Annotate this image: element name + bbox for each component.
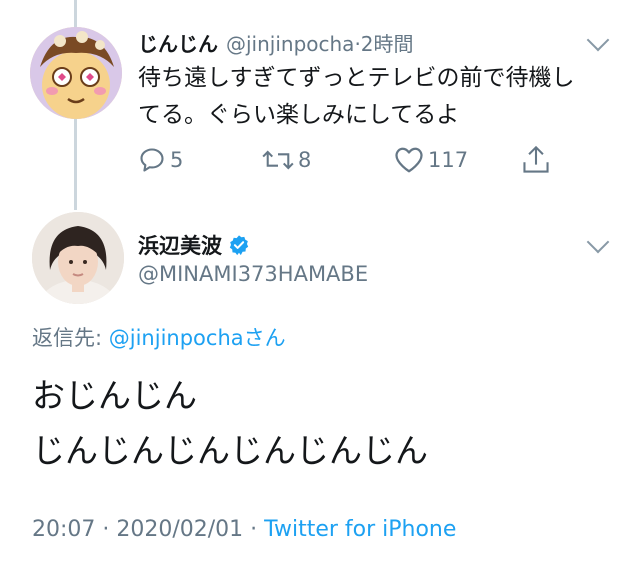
- verified-badge-icon: [229, 235, 249, 256]
- avatar[interactable]: [32, 212, 124, 304]
- like-count: 117: [428, 148, 469, 172]
- profile-photo-image: [32, 212, 124, 304]
- tweet-text: おじんじん じんじんじんじんじんじん: [32, 368, 428, 478]
- like-icon: [395, 147, 423, 173]
- share-button[interactable]: [522, 142, 550, 178]
- tweet-text: 待ち遠しすぎてずっとテレビの前で待機し てる。ぐらい楽しみにしてるよ: [138, 60, 618, 134]
- user-handle[interactable]: @jinjinpocha: [226, 32, 354, 56]
- reply-count: 5: [170, 148, 184, 172]
- retweet-icon: [262, 150, 294, 170]
- tweet-text-line: じんじんじんじんじんじん: [32, 431, 428, 470]
- chevron-down-icon[interactable]: [586, 28, 610, 52]
- display-name[interactable]: 浜辺美波: [138, 230, 250, 260]
- retweet-button[interactable]: 8: [262, 142, 311, 178]
- tweet-timestamp[interactable]: 20:07 · 2020/02/01 ·: [32, 517, 264, 542]
- display-name-text[interactable]: 浜辺美波: [138, 230, 222, 260]
- tweet-text-line: 待ち遠しすぎてずっとテレビの前で待機し: [138, 65, 575, 91]
- share-icon: [523, 145, 549, 173]
- chevron-down-icon[interactable]: [586, 230, 610, 254]
- tweet-text-line: てる。ぐらい楽しみにしてるよ: [138, 102, 460, 128]
- tweet-time[interactable]: 2時間: [361, 32, 414, 56]
- tweet-source-link[interactable]: Twitter for iPhone: [264, 517, 456, 542]
- reply-button[interactable]: 5: [138, 142, 183, 178]
- tweet-actions: 5 8 117: [138, 142, 608, 178]
- cartoon-avatar-image: [30, 27, 122, 119]
- reply-suffix: さん: [243, 326, 286, 350]
- retweet-count: 8: [298, 148, 312, 172]
- reply-mention-link[interactable]: @jinjinpocha: [109, 326, 244, 350]
- reply-tweet[interactable]: じんじん @jinjinpocha·2時間 待ち遠しすぎてずっとテレビの前で待機し…: [0, 0, 640, 200]
- tweet-meta: 20:07 · 2020/02/01 · Twitter for iPhone: [32, 517, 456, 542]
- tweet-text-line: おじんじん: [32, 376, 197, 415]
- avatar[interactable]: [30, 27, 122, 119]
- display-name[interactable]: じんじん: [138, 32, 218, 56]
- like-button[interactable]: 117: [394, 142, 468, 178]
- reply-context: 返信先: @jinjinpochaさん: [32, 322, 286, 352]
- user-handle[interactable]: @MINAMI373HAMABE: [138, 262, 368, 286]
- reply-prefix: 返信先:: [32, 326, 109, 350]
- tweet-header: じんじん @jinjinpocha·2時間: [138, 28, 414, 57]
- reply-icon: [140, 148, 164, 172]
